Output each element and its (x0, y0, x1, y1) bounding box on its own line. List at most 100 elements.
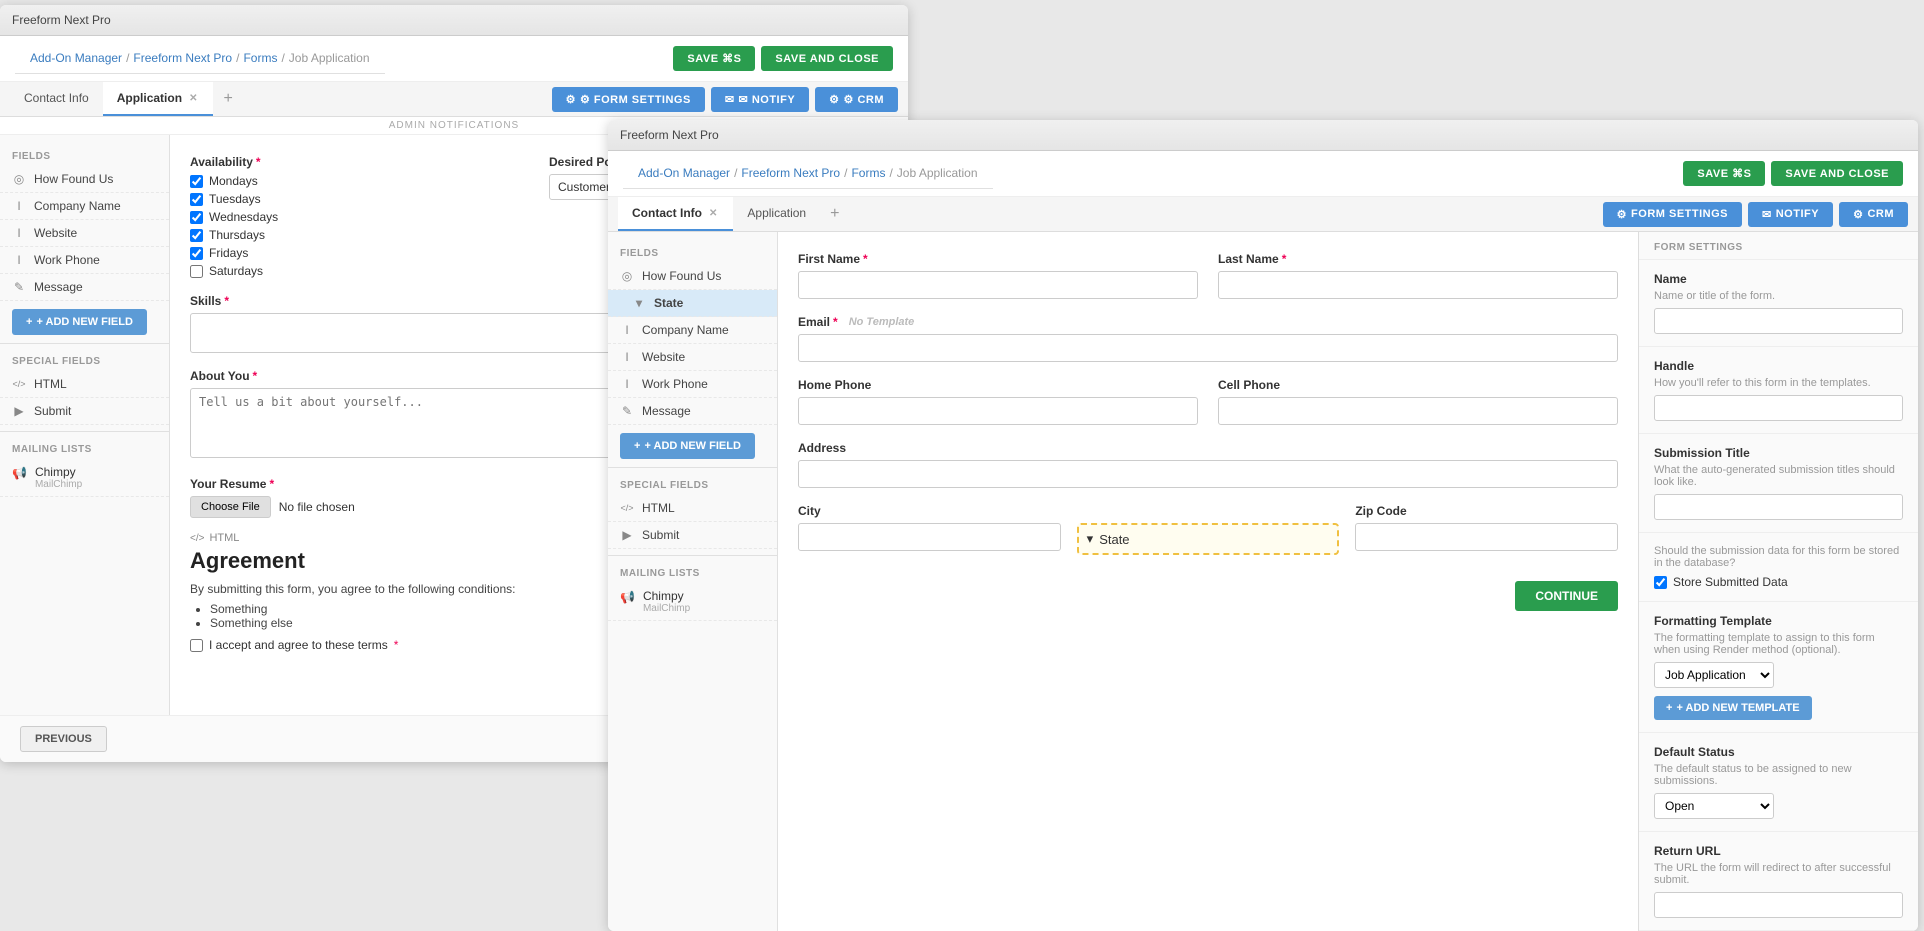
sidebar2-company-name[interactable]: I Company Name (608, 317, 777, 344)
day-mondays[interactable]: Mondays (190, 174, 529, 188)
first-name-input[interactable] (798, 271, 1198, 299)
sidebar-item-html[interactable]: </> HTML (0, 371, 169, 398)
window2-title: Freeform Next Pro (620, 128, 719, 142)
day-wednesdays[interactable]: Wednesdays (190, 210, 529, 224)
tab-add-button[interactable]: + (213, 85, 242, 113)
sidebar-label: Work Phone (34, 253, 100, 267)
sidebar-item-submit[interactable]: ▶ Submit (0, 398, 169, 425)
breadcrumb2-freeform[interactable]: Freeform Next Pro (741, 166, 840, 180)
home-phone-input[interactable] (798, 397, 1198, 425)
tab2-application[interactable]: Application (733, 197, 820, 231)
sidebar-item-company-name[interactable]: I Company Name (0, 193, 169, 220)
form-settings-button-2[interactable]: ⚙ FORM SETTINGS (1603, 202, 1742, 227)
add-template-button[interactable]: + + ADD NEW TEMPLATE (1654, 696, 1812, 720)
sidebar-item-how-found-us[interactable]: ◎ How Found Us (0, 166, 169, 193)
city-input[interactable] (798, 523, 1061, 551)
sidebar2-divider (608, 467, 777, 468)
last-name-field: Last Name * (1218, 252, 1618, 299)
email-label: Email * No Template (798, 315, 1618, 329)
window2-sidebar: FIELDS ◎ How Found Us ▾ State I Company … (608, 232, 778, 931)
sidebar2-html[interactable]: </> HTML (608, 495, 777, 522)
window1-breadcrumb-toolbar: Add-On Manager / Freeform Next Pro / For… (0, 36, 908, 82)
sidebar2-work-phone[interactable]: I Work Phone (608, 371, 777, 398)
text-icon: I (12, 253, 26, 267)
notify-button-2[interactable]: ✉ NOTIFY (1748, 202, 1833, 227)
name-setting-input[interactable]: Job Application (1654, 308, 1903, 334)
continue-button[interactable]: CONTINUE (1515, 581, 1618, 611)
state-dropdown[interactable]: ▾ State (1077, 523, 1340, 555)
envelope2-icon: ✉ (1762, 208, 1772, 221)
tab2-contact-info[interactable]: Contact Info ✕ (618, 197, 733, 231)
city-label: City (798, 504, 1061, 518)
sidebar-divider (0, 343, 169, 344)
tab2-add-button[interactable]: + (820, 200, 849, 228)
save-close-button[interactable]: SAVE AND CLOSE (761, 46, 893, 71)
crm-button[interactable]: ⚙ ⚙ CRM (815, 87, 898, 112)
day-saturdays[interactable]: Saturdays (190, 264, 529, 278)
text-icon: I (12, 226, 26, 240)
tab-contact-info[interactable]: Contact Info (10, 82, 103, 116)
text2c-icon: I (620, 377, 634, 391)
day-thursdays[interactable]: Thursdays (190, 228, 529, 242)
breadcrumb-addon-manager[interactable]: Add-On Manager (30, 51, 122, 65)
last-name-input[interactable] (1218, 271, 1618, 299)
store-data-checkbox-label[interactable]: Store Submitted Data (1654, 575, 1903, 589)
sidebar2-message[interactable]: ✎ Message (608, 398, 777, 425)
html-icon: </> (12, 379, 26, 389)
first-name-field: First Name * (798, 252, 1198, 299)
formatting-select[interactable]: Job Application (1654, 662, 1774, 688)
handle-setting-input[interactable]: job_application (1654, 395, 1903, 421)
save-close-button-2[interactable]: SAVE AND CLOSE (1771, 161, 1903, 186)
state-field: State ▾ State (1077, 504, 1340, 555)
sidebar2-how-found-us[interactable]: ◎ How Found Us (608, 263, 777, 290)
breadcrumb-freeform[interactable]: Freeform Next Pro (133, 51, 232, 65)
window-2: Freeform Next Pro Add-On Manager / Freef… (608, 120, 1918, 931)
submission-title-input[interactable]: {first_name} {last_name} {current_time f… (1654, 494, 1903, 520)
add-field-button-2[interactable]: + + ADD NEW FIELD (620, 433, 755, 459)
settings-panel: FORM SETTINGS Name Name or title of the … (1638, 232, 1918, 931)
address-input[interactable] (798, 460, 1618, 488)
choose-file-button[interactable]: Choose File (190, 496, 271, 518)
sidebar-item-work-phone[interactable]: I Work Phone (0, 247, 169, 274)
settings-formatting: Formatting Template The formatting templ… (1639, 602, 1918, 733)
sidebar2-chimpy[interactable]: 📢 Chimpy MailChimp (608, 583, 777, 621)
crm-gear-icon: ⚙ (829, 93, 839, 106)
default-status-select[interactable]: Open (1654, 793, 1774, 819)
tab-application[interactable]: Application ✕ (103, 82, 214, 116)
add-new-field-button[interactable]: + + ADD NEW FIELD (12, 309, 147, 335)
notify-button[interactable]: ✉ ✉ NOTIFY (711, 87, 809, 112)
sidebar-item-chimpy[interactable]: 📢 Chimpy MailChimp (0, 459, 169, 497)
day-fridays[interactable]: Fridays (190, 246, 529, 260)
sidebar2-submit[interactable]: ▶ Submit (608, 522, 777, 549)
sidebar-item-website[interactable]: I Website (0, 220, 169, 247)
window2-breadcrumb: Add-On Manager / Freeform Next Pro / For… (623, 158, 993, 189)
breadcrumb2-forms[interactable]: Forms (851, 166, 885, 180)
contact-form-content: First Name * Last Name * Email * (778, 232, 1638, 931)
day-tuesdays[interactable]: Tuesdays (190, 192, 529, 206)
settings-default-status: Default Status The default status to be … (1639, 733, 1918, 832)
zip-input[interactable] (1355, 523, 1618, 551)
email-input[interactable] (798, 334, 1618, 362)
sidebar-item-message[interactable]: ✎ Message (0, 274, 169, 301)
address-label: Address (798, 441, 1618, 455)
tab2-contact-close[interactable]: ✕ (707, 208, 719, 219)
form-settings-button[interactable]: ⚙ ⚙ FORM SETTINGS (552, 87, 705, 112)
breadcrumb2-addon-manager[interactable]: Add-On Manager (638, 166, 730, 180)
tab-application-close[interactable]: ✕ (187, 93, 199, 104)
return-url-input[interactable]: /jobs/SUBMISSION_ID/success (1654, 892, 1903, 918)
sidebar2-state[interactable]: ▾ State (608, 290, 777, 317)
crm-button-2[interactable]: ⚙ CRM (1839, 202, 1908, 227)
cell-phone-input[interactable] (1218, 397, 1618, 425)
save-button-2[interactable]: SAVE ⌘S (1683, 161, 1765, 186)
window1-title: Freeform Next Pro (12, 13, 111, 27)
previous-button[interactable]: PREVIOUS (20, 726, 107, 752)
window1-sidebar: FIELDS ◎ How Found Us I Company Name I W… (0, 135, 170, 715)
save-button[interactable]: SAVE ⌘S (673, 46, 755, 71)
continue-row: CONTINUE (798, 571, 1618, 611)
sidebar2-website[interactable]: I Website (608, 344, 777, 371)
sidebar-label: Website (34, 226, 77, 240)
breadcrumb-forms[interactable]: Forms (243, 51, 277, 65)
store-data-checkbox[interactable] (1654, 576, 1667, 589)
phone-row: Home Phone Cell Phone (798, 378, 1618, 425)
radio2-icon: ◎ (620, 269, 634, 283)
